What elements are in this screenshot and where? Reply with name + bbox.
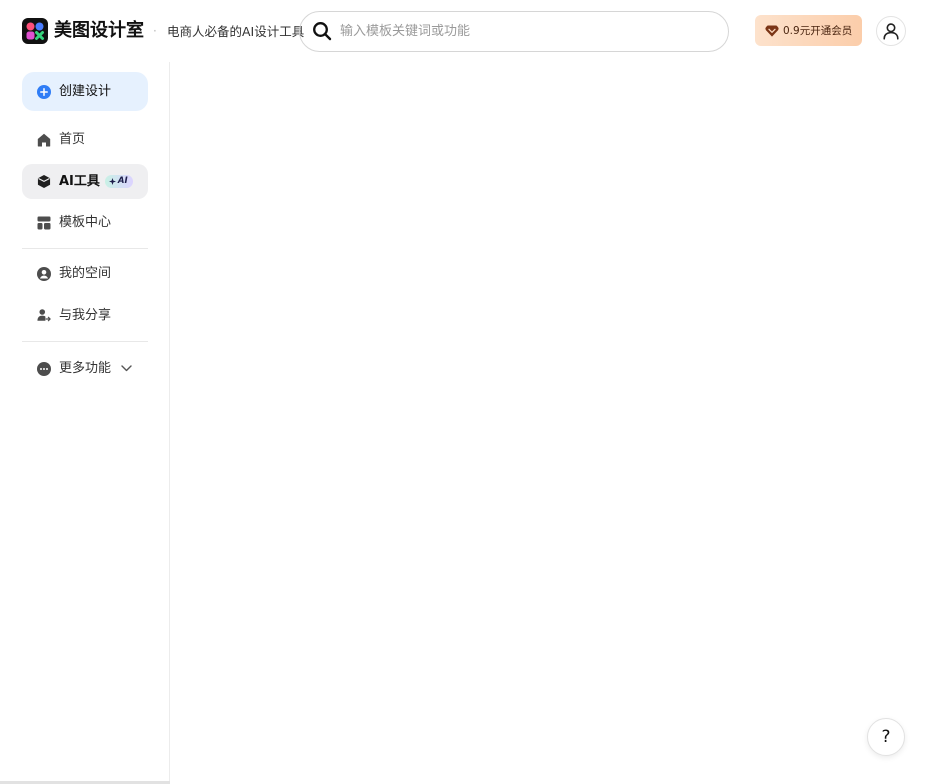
app-tagline: 电商人必备的AI设计工具 <box>167 24 305 39</box>
sidebar-item-label: AI工具 <box>59 173 100 189</box>
sidebar-item-label: 首页 <box>59 131 86 147</box>
meitu-logo-icon[interactable] <box>22 18 48 44</box>
vip-heart-icon <box>765 25 779 37</box>
sidebar-item-home[interactable]: 首页 <box>22 122 148 157</box>
create-design-button[interactable]: 创建设计 <box>22 72 148 111</box>
sparkle-icon <box>108 178 116 185</box>
sidebar-item-label: 更多功能 <box>59 360 112 376</box>
user-icon <box>883 23 899 40</box>
ai-badge-label: AI <box>117 176 128 186</box>
sidebar-item-label: 模板中心 <box>59 214 112 230</box>
search-bar[interactable] <box>299 11 729 52</box>
sidebar-item-my-space[interactable]: 我的空间 <box>22 256 148 291</box>
cube-icon <box>37 174 51 189</box>
help-button[interactable]: ? <box>867 718 905 756</box>
ai-badge: AI <box>104 175 133 188</box>
sidebar-item-label: 我的空间 <box>59 265 112 281</box>
search-input[interactable] <box>340 12 710 51</box>
sidebar-item-label: 与我分享 <box>59 307 112 323</box>
sidebar-item-templates[interactable]: 模板中心 <box>22 205 148 240</box>
home-icon <box>37 133 51 147</box>
plus-circle-icon <box>37 84 51 99</box>
create-design-label: 创建设计 <box>59 83 112 99</box>
chevron-down-icon[interactable] <box>121 365 132 372</box>
app-logo-name[interactable]: 美图设计室 <box>54 20 144 42</box>
search-icon[interactable] <box>312 21 332 41</box>
share-user-icon <box>37 309 51 323</box>
sidebar-item-shared-with-me[interactable]: 与我分享 <box>22 298 148 333</box>
vip-label: 0.9元开通会员 <box>783 24 853 37</box>
account-avatar-button[interactable] <box>876 16 906 46</box>
user-circle-icon <box>37 266 51 281</box>
sidebar-divider <box>22 341 148 342</box>
template-icon <box>37 216 51 230</box>
sidebar-item-more-features[interactable]: 更多功能 <box>22 351 148 386</box>
vip-membership-button[interactable]: 0.9元开通会员 <box>755 15 862 46</box>
sidebar-item-ai-tools[interactable]: AI工具 AI <box>22 164 148 199</box>
sidebar-divider <box>22 248 148 249</box>
more-icon <box>37 361 51 376</box>
header-separator: · <box>153 24 157 38</box>
